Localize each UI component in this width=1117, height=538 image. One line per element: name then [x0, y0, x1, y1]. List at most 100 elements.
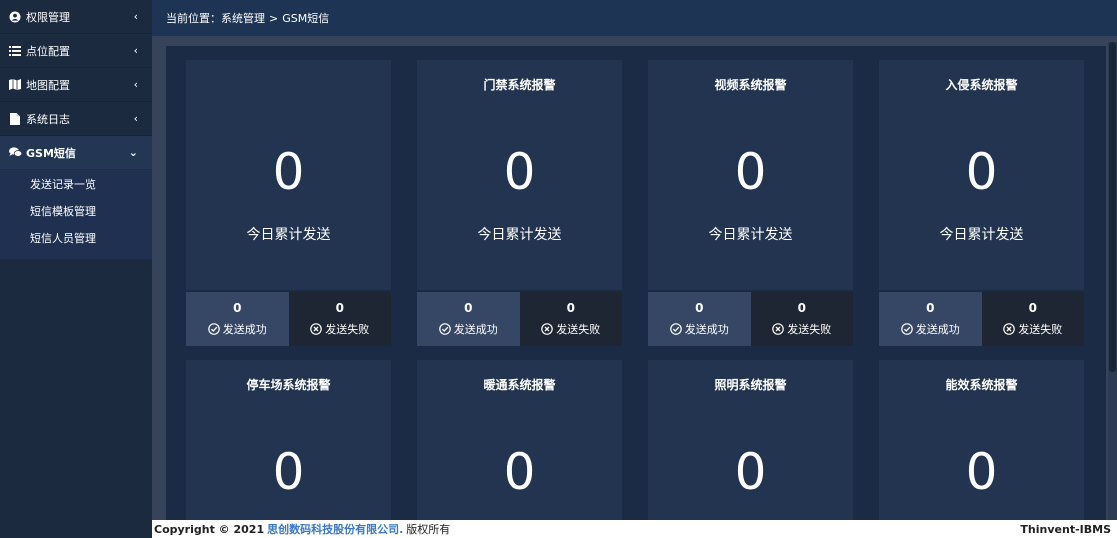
sidebar-item-logs[interactable]: 系统日志 ‹ [0, 102, 152, 136]
breadcrumb-level1[interactable]: 系统管理 [221, 10, 265, 26]
success-label: 发送成功 [915, 323, 960, 336]
map-icon [8, 78, 22, 92]
card-count: 0 [272, 443, 305, 501]
card-caption: 今日累计发送 [246, 227, 331, 243]
card-count: 0 [965, 443, 998, 501]
user-circle-icon [8, 10, 22, 24]
sidebar-item-label: 点位配置 [26, 44, 70, 58]
footer-rights: 版权所有 [406, 523, 451, 536]
sidebar-item-label: 地图配置 [26, 78, 70, 92]
card-stats: 0 发送成功 0 发送失败 [879, 292, 1084, 346]
chevron-left-icon: ‹ [133, 78, 138, 91]
sidebar-group-gsm: GSM短信 ⌄ 发送记录一览 短信模板管理 短信人员管理 [0, 136, 152, 259]
fail-label: 发送失败 [556, 323, 601, 336]
footer: Copyright © 2021 思创数码科技股份有限公司. 版权所有 Thin… [152, 520, 1117, 538]
card-title: 照明系统报警 [714, 378, 787, 392]
card-count: 0 [734, 443, 767, 501]
x-circle-icon [541, 323, 554, 335]
card-caption: 今日累计发送 [708, 227, 793, 243]
check-circle-icon [900, 323, 913, 335]
check-circle-icon [207, 323, 220, 335]
success-label: 发送成功 [453, 323, 498, 336]
footer-copyright: Copyright © 2021 [154, 522, 265, 536]
stat-card-total: 0 今日累计发送 [186, 60, 391, 290]
breadcrumb-prefix: 当前位置： [166, 12, 221, 25]
fail-stat: 0 发送失败 [981, 292, 1084, 346]
card-title: 入侵系统报警 [945, 78, 1018, 92]
card-title: 能效系统报警 [945, 378, 1018, 392]
scrollbar-thumb[interactable] [1109, 42, 1116, 372]
chat-icon [8, 146, 22, 160]
sidebar-item-map[interactable]: 地图配置 ‹ [0, 68, 152, 102]
card-count: 0 [503, 143, 536, 201]
x-circle-icon [772, 323, 785, 335]
fail-stat: 0 发送失败 [750, 292, 853, 346]
card-title: 视频系统报警 [714, 78, 787, 92]
card-caption: 今日累计发送 [939, 227, 1024, 243]
success-count: 0 [233, 301, 242, 315]
chevron-left-icon: ‹ [133, 10, 138, 23]
card-title: 停车场系统报警 [246, 378, 331, 392]
stat-card-access-control: 门禁系统报警 0 今日累计发送 [417, 60, 622, 290]
sidebar-item-points[interactable]: 点位配置 ‹ [0, 34, 152, 68]
success-stat: 0 发送成功 [417, 292, 520, 346]
success-stat: 0 发送成功 [648, 292, 751, 346]
sidebar: 权限管理 ‹ 点位配置 ‹ 地图配置 ‹ 系统日志 ‹ GSM短信 ⌄ 发送记录… [0, 0, 152, 538]
success-count: 0 [926, 301, 935, 315]
stat-card-hvac: 暖通系统报警 0 [417, 360, 622, 520]
success-stat: 0 发送成功 [186, 292, 289, 346]
card-stats: 0 发送成功 0 发送失败 [417, 292, 622, 346]
fail-stat: 0 发送失败 [288, 292, 391, 346]
footer-brand: Thinvent-IBMS [1020, 522, 1111, 536]
sidebar-item-label: 系统日志 [26, 112, 70, 126]
fail-label: 发送失败 [1018, 323, 1063, 336]
sidebar-subitem-sms-recipients[interactable]: 短信人员管理 [0, 224, 152, 251]
sidebar-item-label: GSM短信 [26, 146, 76, 160]
fail-stat: 0 发送失败 [519, 292, 622, 346]
fail-count: 0 [335, 301, 344, 315]
success-stat: 0 发送成功 [879, 292, 982, 346]
fail-count: 0 [1028, 301, 1037, 315]
list-icon [8, 44, 22, 58]
sidebar-item-label: 权限管理 [26, 10, 70, 24]
success-label: 发送成功 [222, 323, 267, 336]
fail-label: 发送失败 [787, 323, 832, 336]
stat-card-energy: 能效系统报警 0 [879, 360, 1084, 520]
chevron-left-icon: ‹ [133, 112, 138, 125]
stat-card-parking: 停车场系统报警 0 [186, 360, 391, 520]
chevron-down-icon: ⌄ [128, 146, 138, 159]
sidebar-item-gsm[interactable]: GSM短信 ⌄ [0, 136, 152, 170]
card-count: 0 [734, 143, 767, 201]
x-circle-icon [310, 323, 323, 335]
main-area: 0 今日累计发送 门禁系统报警 0 今日累计发送 视频系统报警 0 今日累计发送… [152, 36, 1117, 520]
fail-count: 0 [797, 301, 806, 315]
file-icon [8, 112, 22, 126]
breadcrumb: 当前位置： 系统管理 > GSM短信 [152, 0, 1117, 36]
success-count: 0 [464, 301, 473, 315]
check-circle-icon [438, 323, 451, 335]
card-count: 0 [272, 143, 305, 201]
stat-card-video: 视频系统报警 0 今日累计发送 [648, 60, 853, 290]
success-label: 发送成功 [684, 323, 729, 336]
card-stats: 0 发送成功 0 发送失败 [648, 292, 853, 346]
stat-card-intrusion: 入侵系统报警 0 今日累计发送 [879, 60, 1084, 290]
fail-count: 0 [566, 301, 575, 315]
card-stats: 0 发送成功 0 发送失败 [186, 292, 391, 346]
card-title: 门禁系统报警 [483, 78, 556, 92]
card-caption: 今日累计发送 [477, 227, 562, 243]
x-circle-icon [1003, 323, 1016, 335]
sidebar-subitem-send-records[interactable]: 发送记录一览 [0, 170, 152, 197]
fail-label: 发送失败 [325, 323, 370, 336]
dashboard-panel: 0 今日累计发送 门禁系统报警 0 今日累计发送 视频系统报警 0 今日累计发送… [166, 46, 1106, 520]
card-count: 0 [965, 143, 998, 201]
sidebar-subitem-sms-templates[interactable]: 短信模板管理 [0, 197, 152, 224]
footer-company-link[interactable]: 思创数码科技股份有限公司. [267, 521, 403, 537]
chevron-left-icon: ‹ [133, 44, 138, 57]
card-count: 0 [503, 443, 536, 501]
breadcrumb-separator: > [269, 11, 279, 25]
success-count: 0 [695, 301, 704, 315]
sidebar-item-permission[interactable]: 权限管理 ‹ [0, 0, 152, 34]
stat-card-lighting: 照明系统报警 0 [648, 360, 853, 520]
breadcrumb-level2: GSM短信 [282, 12, 330, 25]
card-title: 暖通系统报警 [483, 378, 556, 392]
